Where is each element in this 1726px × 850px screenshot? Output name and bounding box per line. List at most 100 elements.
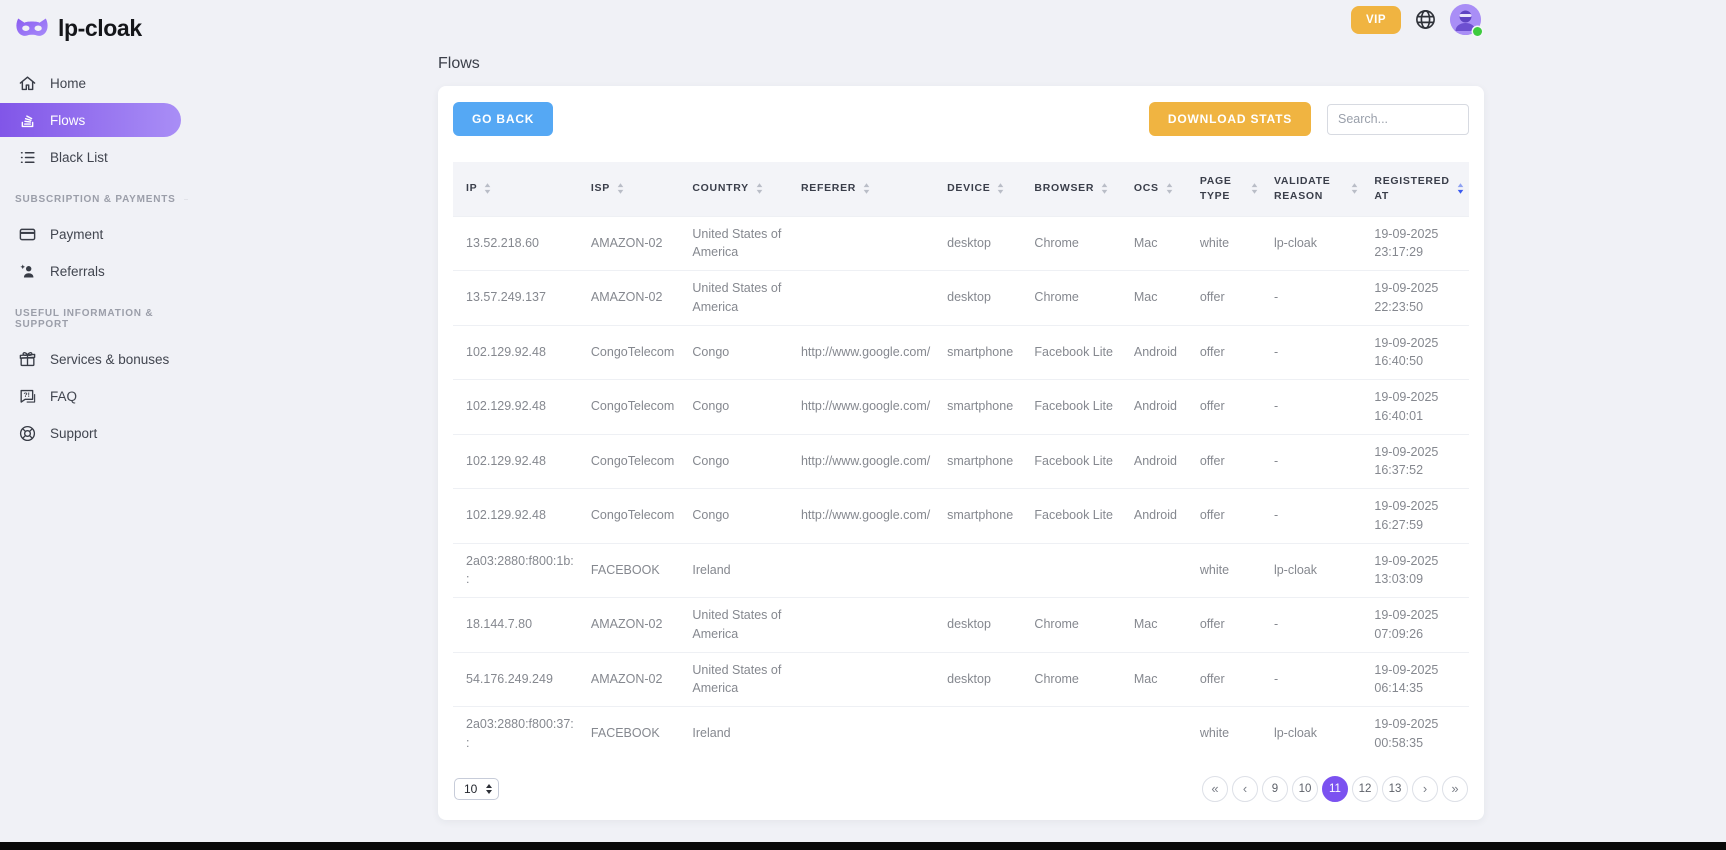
sidebar: lp-cloak Home Flows xyxy=(0,0,200,453)
cell-validate-reason: - xyxy=(1266,489,1366,544)
cell-isp: CongoTelecom xyxy=(583,325,684,380)
select-stepper-icon xyxy=(486,784,492,794)
cell-browser: Facebook Lite xyxy=(1026,489,1125,544)
sidebar-item-services[interactable]: Services & bonuses xyxy=(0,342,200,376)
cell-country: Ireland xyxy=(684,707,793,761)
table-row: 102.129.92.48 CongoTelecom Congo http://… xyxy=(453,325,1469,380)
cell-country: Congo xyxy=(684,434,793,489)
cell-validate-reason: - xyxy=(1266,271,1366,326)
brand-name: lp-cloak xyxy=(58,15,142,42)
main-content: Flows GO BACK DOWNLOAD STATS IP ISP COUN… xyxy=(438,0,1484,820)
sort-icon[interactable] xyxy=(1166,183,1173,194)
go-back-button[interactable]: GO BACK xyxy=(453,102,553,136)
pagination-page-12[interactable]: 12 xyxy=(1352,776,1378,802)
col-registered-at[interactable]: REGISTERED AT xyxy=(1366,162,1469,216)
pagination-next-button[interactable]: › xyxy=(1412,776,1438,802)
cell-device: desktop xyxy=(939,216,1026,271)
pagination-page-9[interactable]: 9 xyxy=(1262,776,1288,802)
page-size-select[interactable]: 10 xyxy=(454,778,499,800)
table-row: 102.129.92.48 CongoTelecom Congo http://… xyxy=(453,434,1469,489)
col-device[interactable]: DEVICE xyxy=(939,162,1026,216)
cell-isp: CongoTelecom xyxy=(583,489,684,544)
cell-referer: http://www.google.com/ xyxy=(793,325,939,380)
cell-registered-at: 19-09-2025 23:17:29 xyxy=(1366,216,1469,271)
sidebar-item-label: Referrals xyxy=(50,264,105,279)
pagination-page-10[interactable]: 10 xyxy=(1292,776,1318,802)
cell-validate-reason: lp-cloak xyxy=(1266,216,1366,271)
table-row: 2a03:2880:f800:37:: FACEBOOK Ireland whi… xyxy=(453,707,1469,761)
flows-card: GO BACK DOWNLOAD STATS IP ISP COUNTRY RE… xyxy=(438,86,1484,820)
cell-ip: 13.57.249.137 xyxy=(453,271,583,326)
col-validate-reason[interactable]: VALIDATE REASON xyxy=(1266,162,1366,216)
pagination-page-11-active[interactable]: 11 xyxy=(1322,776,1348,802)
col-ip[interactable]: IP xyxy=(453,162,583,216)
cell-referer xyxy=(793,652,939,707)
cell-registered-at: 19-09-2025 22:23:50 xyxy=(1366,271,1469,326)
col-page-type[interactable]: PAGE TYPE xyxy=(1192,162,1266,216)
sidebar-item-referrals[interactable]: Referrals xyxy=(0,254,200,288)
sort-icon-active-desc[interactable] xyxy=(1457,183,1464,194)
col-referer[interactable]: REFERER xyxy=(793,162,939,216)
payment-card-icon xyxy=(18,225,37,244)
cell-browser xyxy=(1026,707,1125,761)
cell-ip: 102.129.92.48 xyxy=(453,325,583,380)
pagination-last-button[interactable]: » xyxy=(1442,776,1468,802)
mask-logo-icon xyxy=(15,15,49,41)
cell-registered-at: 19-09-2025 16:37:52 xyxy=(1366,434,1469,489)
flows-icon xyxy=(18,111,37,130)
cell-ocs xyxy=(1126,543,1192,598)
cell-validate-reason: lp-cloak xyxy=(1266,543,1366,598)
col-country[interactable]: COUNTRY xyxy=(684,162,793,216)
page-title: Flows xyxy=(438,55,1484,73)
sidebar-item-black-list[interactable]: Black List xyxy=(0,140,200,174)
sort-icon[interactable] xyxy=(863,183,870,194)
pagination-prev-button[interactable]: ‹ xyxy=(1232,776,1258,802)
col-ocs[interactable]: OCS xyxy=(1126,162,1192,216)
cell-isp: AMAZON-02 xyxy=(583,652,684,707)
sidebar-item-support[interactable]: Support xyxy=(0,416,200,450)
cell-referer xyxy=(793,271,939,326)
cell-browser xyxy=(1026,543,1125,598)
sort-icon[interactable] xyxy=(1251,183,1258,194)
col-isp[interactable]: ISP xyxy=(583,162,684,216)
cell-ocs: Android xyxy=(1126,380,1192,435)
cell-device xyxy=(939,707,1026,761)
sort-icon[interactable] xyxy=(997,183,1004,194)
cell-browser: Facebook Lite xyxy=(1026,434,1125,489)
cell-isp: CongoTelecom xyxy=(583,434,684,489)
pagination-page-13[interactable]: 13 xyxy=(1382,776,1408,802)
sidebar-item-home[interactable]: Home xyxy=(0,66,200,100)
search-input[interactable] xyxy=(1327,104,1469,135)
cell-browser: Facebook Lite xyxy=(1026,380,1125,435)
table-row: 18.144.7.80 AMAZON-02 United States of A… xyxy=(453,598,1469,653)
sidebar-item-label: Support xyxy=(50,426,97,441)
sort-icon[interactable] xyxy=(617,183,624,194)
pagination-first-button[interactable]: « xyxy=(1202,776,1228,802)
brand-logo[interactable]: lp-cloak xyxy=(0,12,200,44)
sidebar-item-flows[interactable]: Flows xyxy=(0,103,181,137)
cell-registered-at: 19-09-2025 16:40:01 xyxy=(1366,380,1469,435)
sidebar-item-faq[interactable]: ?! FAQ xyxy=(0,379,200,413)
flows-table: IP ISP COUNTRY REFERER DEVICE BROWSER OC… xyxy=(453,162,1469,761)
cell-registered-at: 19-09-2025 16:40:50 xyxy=(1366,325,1469,380)
table-header-row: IP ISP COUNTRY REFERER DEVICE BROWSER OC… xyxy=(453,162,1469,216)
card-toolbar: GO BACK DOWNLOAD STATS xyxy=(453,102,1469,136)
col-browser[interactable]: BROWSER xyxy=(1026,162,1125,216)
sort-icon[interactable] xyxy=(484,183,491,194)
cell-validate-reason: - xyxy=(1266,380,1366,435)
table-row: 13.52.218.60 AMAZON-02 United States of … xyxy=(453,216,1469,271)
download-stats-button[interactable]: DOWNLOAD STATS xyxy=(1149,102,1311,136)
sidebar-item-label: Flows xyxy=(50,113,85,128)
cell-ocs: Android xyxy=(1126,325,1192,380)
sort-icon[interactable] xyxy=(1351,183,1358,194)
cell-registered-at: 19-09-2025 00:58:35 xyxy=(1366,707,1469,761)
cell-ip: 54.176.249.249 xyxy=(453,652,583,707)
cell-isp: CongoTelecom xyxy=(583,380,684,435)
sidebar-item-payment[interactable]: Payment xyxy=(0,217,200,251)
cell-registered-at: 19-09-2025 07:09:26 xyxy=(1366,598,1469,653)
table-row: 102.129.92.48 CongoTelecom Congo http://… xyxy=(453,380,1469,435)
cell-isp: FACEBOOK xyxy=(583,707,684,761)
sort-icon[interactable] xyxy=(756,183,763,194)
faq-icon: ?! xyxy=(18,387,37,406)
sort-icon[interactable] xyxy=(1101,183,1108,194)
